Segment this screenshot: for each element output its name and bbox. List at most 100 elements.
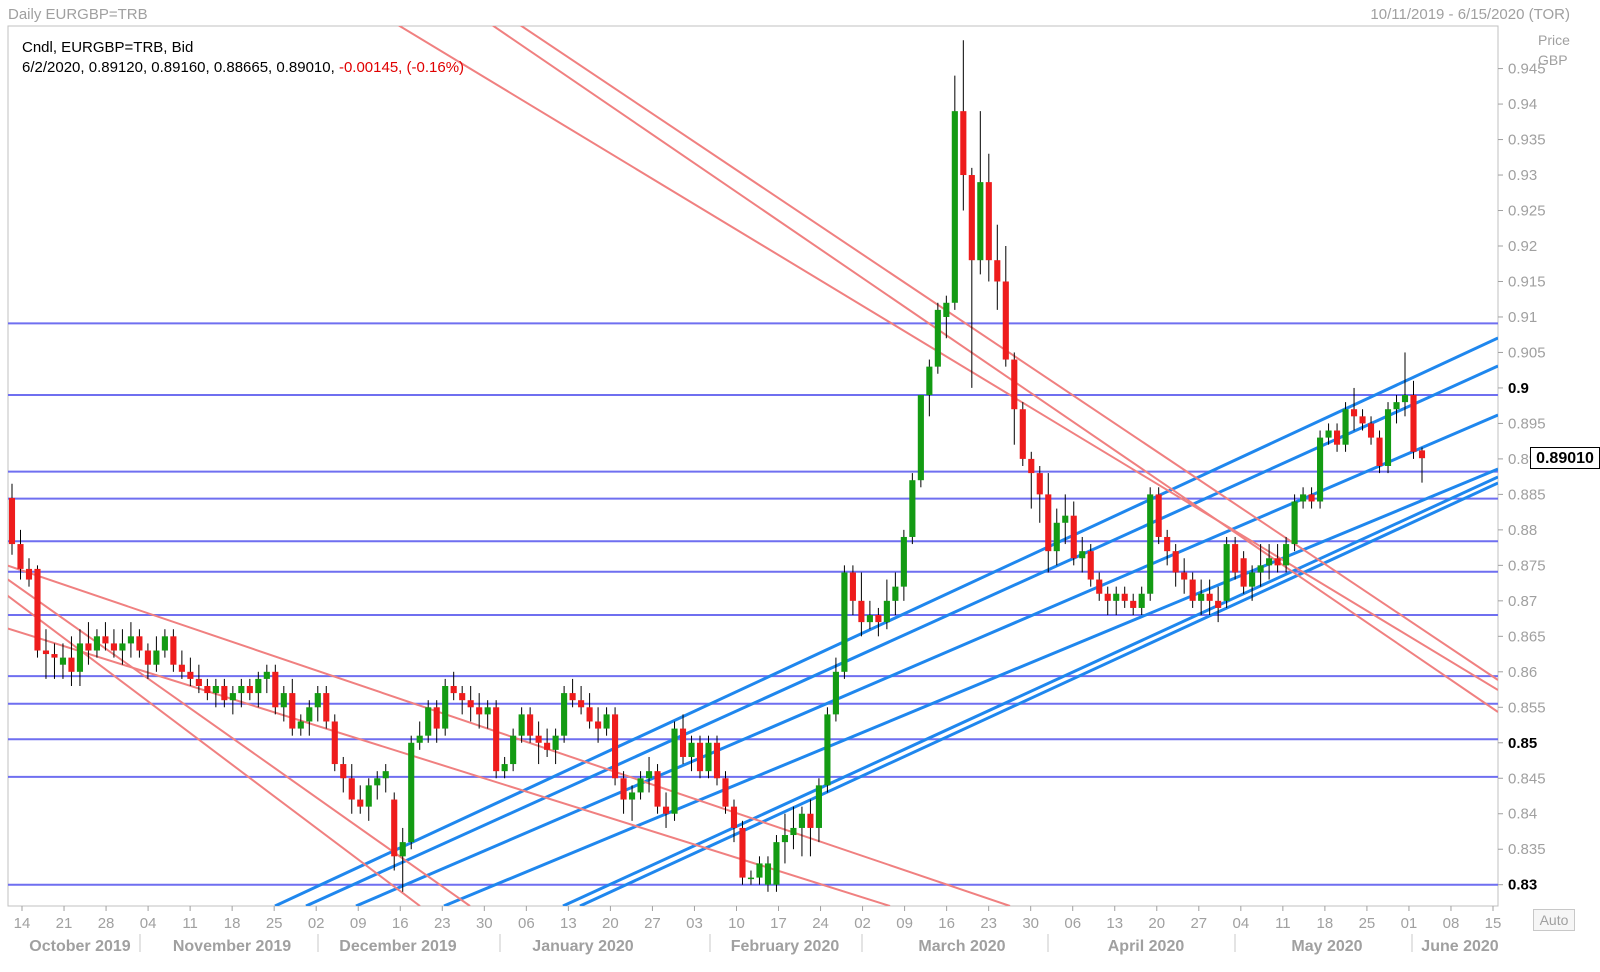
- auto-scale-button[interactable]: Auto: [1533, 909, 1575, 931]
- candle-body-49: [425, 707, 432, 736]
- candle-body-104: [892, 586, 899, 601]
- y-tick-label-20: 0.93: [1508, 167, 1537, 184]
- candle-body-71: [612, 714, 619, 779]
- candle-body-55: [476, 707, 483, 715]
- x-day-label-34: 08: [1443, 915, 1460, 932]
- candle-body-103: [883, 600, 890, 623]
- candle-body-1: [17, 544, 24, 569]
- legend-series: Cndl, EURGBP=TRB, Bid: [22, 39, 194, 56]
- x-day-label-25: 06: [1064, 915, 1081, 932]
- candle-body-161: [1376, 437, 1383, 466]
- candle-body-138: [1181, 572, 1188, 580]
- candle-body-134: [1147, 494, 1154, 594]
- y-tick-label-19: 0.925: [1508, 203, 1546, 220]
- x-day-label-6: 25: [266, 915, 283, 932]
- candle-body-23: [204, 686, 211, 694]
- y-tick-label-2: 0.84: [1508, 806, 1537, 823]
- x-day-label-13: 13: [560, 915, 577, 932]
- last-price-badge: 0.89010: [1530, 447, 1600, 470]
- candle-body-45: [391, 799, 398, 857]
- candle-body-63: [544, 742, 551, 750]
- candle-body-53: [459, 693, 466, 701]
- x-day-label-0: 14: [14, 915, 31, 932]
- candle-body-10: [93, 636, 100, 651]
- x-day-label-7: 02: [308, 915, 325, 932]
- candle-body-114: [977, 182, 984, 261]
- candle-body-146: [1249, 572, 1256, 587]
- candle-body-65: [561, 693, 568, 736]
- candle-body-77: [662, 806, 670, 814]
- candle-body-144: [1232, 544, 1239, 573]
- candle-body-164: [1401, 395, 1409, 403]
- x-day-label-3: 04: [140, 915, 157, 932]
- candle-body-93: [798, 813, 805, 828]
- candle-body-118: [1011, 359, 1018, 410]
- candle-body-163: [1393, 402, 1400, 410]
- candle-body-52: [450, 686, 457, 694]
- candle-body-99: [849, 572, 856, 601]
- candle-body-31: [272, 671, 279, 708]
- candle-body-2: [25, 568, 33, 580]
- y-tick-label-15: 0.905: [1508, 344, 1546, 361]
- candle-body-58: [501, 764, 508, 772]
- candle-body-36: [314, 693, 321, 708]
- candle-body-139: [1189, 579, 1196, 601]
- x-month-label-3: January 2020: [532, 938, 634, 955]
- candle-body-96: [824, 714, 831, 786]
- x-day-label-26: 13: [1106, 915, 1123, 932]
- y-tick-label-21: 0.935: [1508, 132, 1546, 149]
- candle-body-72: [620, 778, 627, 800]
- candle-body-68: [586, 707, 593, 722]
- candle-body-20: [178, 664, 185, 672]
- candle-body-153: [1308, 494, 1315, 502]
- candle-body-76: [654, 771, 661, 807]
- x-day-label-1: 21: [56, 915, 73, 932]
- date-range: 10/11/2019 - 6/15/2020 (TOR): [1370, 6, 1570, 23]
- candle-body-155: [1325, 430, 1332, 438]
- candle-body-3: [34, 568, 41, 651]
- candle-body-152: [1300, 494, 1307, 502]
- candle-body-35: [306, 707, 313, 722]
- y-tick-label-9: 0.875: [1508, 557, 1546, 574]
- candle-body-30: [263, 671, 270, 679]
- x-month-label-6: April 2020: [1108, 938, 1185, 955]
- price-axis-title: Price GBP: [1538, 30, 1570, 70]
- legend-change: -0.00145, (-0.16%): [338, 59, 465, 76]
- candle-body-127: [1087, 551, 1094, 580]
- candle-body-22: [195, 678, 202, 686]
- candle-body-18: [161, 636, 168, 651]
- y-tick-label-1: 0.835: [1508, 841, 1546, 858]
- candle-body-7: [68, 657, 75, 672]
- y-tick-label-8: 0.87: [1508, 593, 1537, 610]
- y-tick-label-14: 0.9: [1508, 380, 1529, 397]
- candle-body-60: [518, 714, 525, 736]
- candle-body-116: [994, 260, 1001, 282]
- y-tick-label-22: 0.94: [1508, 96, 1537, 113]
- candle-body-156: [1334, 430, 1341, 445]
- y-tick-label-10: 0.88: [1508, 522, 1537, 539]
- x-day-label-12: 06: [518, 915, 535, 932]
- x-day-label-2: 28: [98, 915, 115, 932]
- candle-body-21: [187, 671, 194, 679]
- candle-body-24: [212, 686, 219, 694]
- candle-body-107: [917, 395, 924, 481]
- x-day-label-19: 24: [812, 915, 829, 932]
- y-tick-label-0: 0.83: [1508, 877, 1537, 894]
- candle-body-41: [357, 799, 364, 807]
- candle-body-15: [136, 636, 143, 651]
- candle-body-34: [297, 721, 304, 729]
- candlestick-chart[interactable]: 0.83 0.835 0.84 0.845 0.85 0.855 0.86 0.865 0.87…: [0, 0, 1600, 972]
- x-day-label-29: 04: [1232, 915, 1249, 932]
- candle-body-131: [1121, 593, 1128, 601]
- candle-body-95: [815, 785, 822, 828]
- candle-body-113: [968, 175, 975, 261]
- candle-body-83: [713, 742, 721, 779]
- candle-body-165: [1410, 395, 1417, 452]
- candle-body-159: [1359, 416, 1366, 424]
- candle-body-150: [1283, 544, 1290, 566]
- candle-body-86: [739, 827, 746, 878]
- candle-body-42: [365, 785, 372, 807]
- x-day-label-15: 27: [644, 915, 661, 932]
- candle-body-38: [331, 721, 338, 765]
- candle-body-61: [527, 714, 534, 736]
